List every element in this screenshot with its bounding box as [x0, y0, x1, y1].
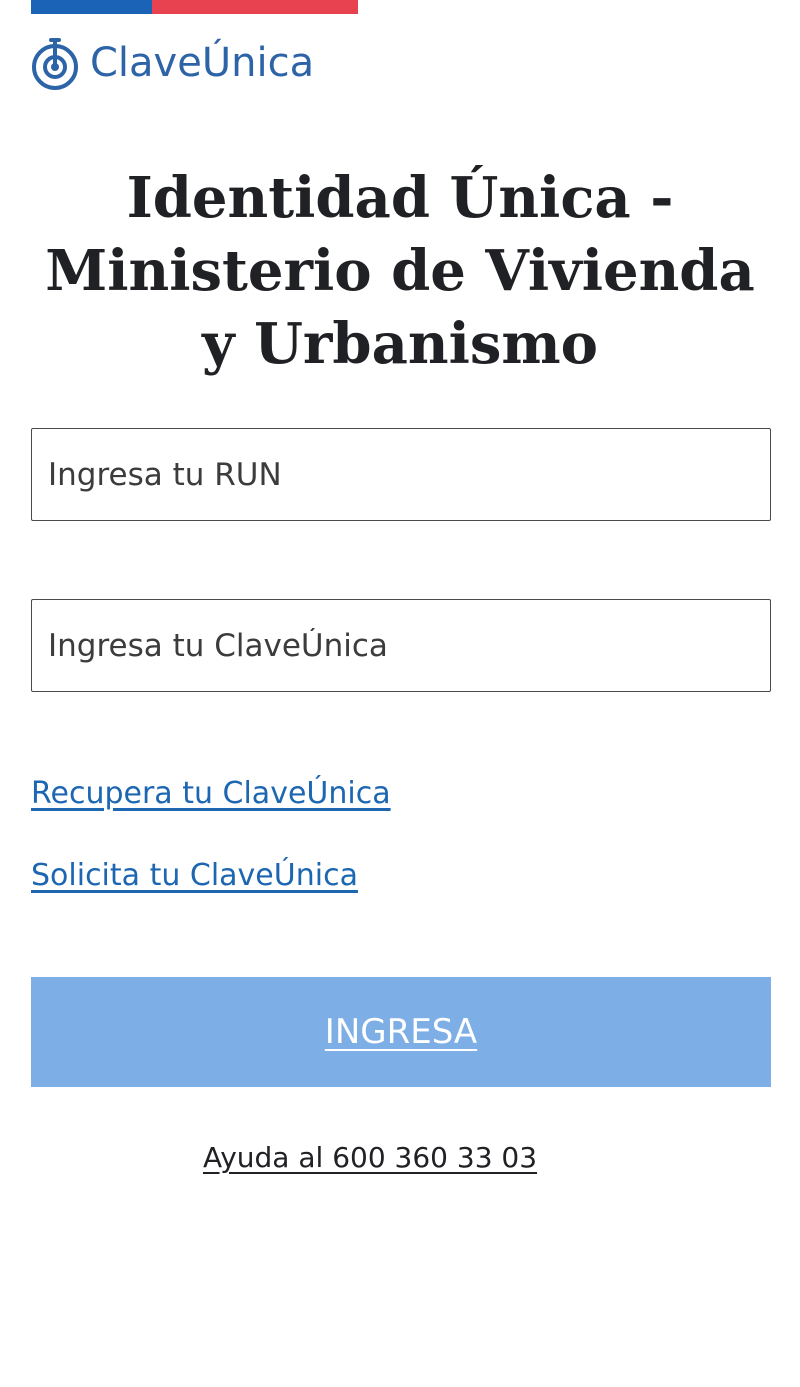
- flag-blue-stripe: [31, 0, 152, 14]
- login-button-label: INGRESA: [324, 1012, 478, 1052]
- claveunica-password-input[interactable]: [31, 599, 771, 692]
- page-title: Identidad Única - Ministerio de Vivienda…: [45, 165, 755, 377]
- help-line: Ayuda al 600 360 33 03: [0, 1138, 740, 1178]
- help-phone-link[interactable]: Ayuda al 600 360 33 03: [203, 1141, 537, 1174]
- flag-red-stripe: [152, 0, 358, 14]
- claveunica-logo: ClaveÚnica: [30, 34, 314, 92]
- login-button[interactable]: INGRESA: [31, 977, 771, 1087]
- run-input[interactable]: [31, 428, 771, 521]
- flag-bar: [31, 0, 358, 14]
- request-claveunica-link[interactable]: Solicita tu ClaveÚnica: [31, 856, 358, 896]
- logo-text: ClaveÚnica: [90, 40, 315, 86]
- claveunica-logo-icon: [32, 38, 78, 90]
- recover-claveunica-link[interactable]: Recupera tu ClaveÚnica: [31, 774, 391, 814]
